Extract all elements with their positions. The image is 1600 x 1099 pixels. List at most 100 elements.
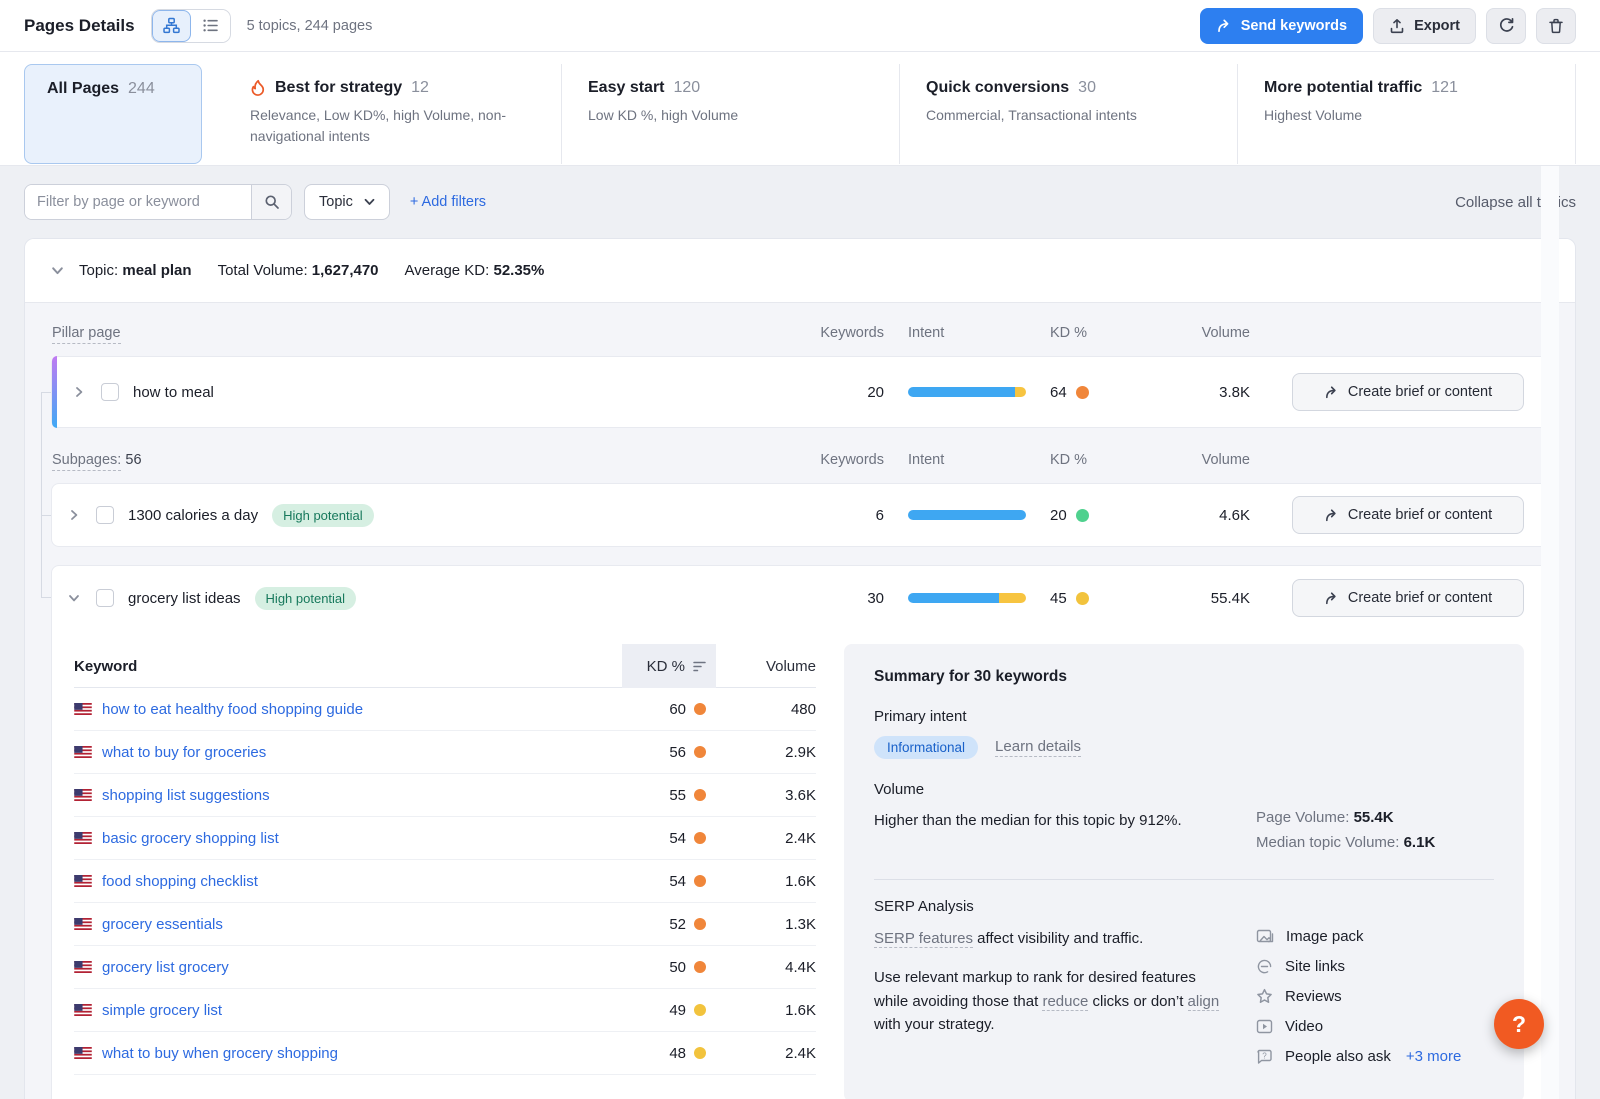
list-icon xyxy=(202,17,219,34)
intent-badge: Informational xyxy=(874,736,978,759)
trash-icon xyxy=(1548,18,1564,34)
us-flag-icon xyxy=(74,832,92,844)
search-button[interactable] xyxy=(251,185,291,219)
export-button[interactable]: Export xyxy=(1373,8,1476,44)
send-keywords-button[interactable]: Send keywords xyxy=(1200,8,1363,44)
tab-best-label: Best for strategy xyxy=(275,79,402,97)
kd-level-dot xyxy=(694,703,706,715)
keyword-volume: 2.9K xyxy=(730,744,816,761)
summary-divider xyxy=(874,879,1494,880)
tree-connector-stub xyxy=(41,392,51,393)
subpages-count: 56 xyxy=(125,452,141,468)
expand-chevron-icon[interactable] xyxy=(68,509,82,521)
delete-button[interactable] xyxy=(1536,8,1576,44)
tab-quick-label: Quick conversions xyxy=(926,79,1069,97)
row-checkbox[interactable] xyxy=(101,383,119,401)
help-button[interactable]: ? xyxy=(1494,999,1544,1049)
subpage-volume: 55.4K xyxy=(1170,590,1250,607)
serp-feature-item: Reviews xyxy=(1256,988,1461,1005)
col-kd-sortable[interactable]: KD % xyxy=(622,644,716,688)
kd-level-dot xyxy=(1076,509,1089,522)
collapse-chevron-icon[interactable] xyxy=(68,592,82,604)
tab-best-for-strategy[interactable]: Best for strategy 12 Relevance, Low KD%,… xyxy=(224,64,562,164)
send-keywords-label: Send keywords xyxy=(1241,18,1347,34)
subpages-label[interactable]: Subpages: xyxy=(52,452,121,471)
top-header: Pages Details 5 topics, 244 pages xyxy=(0,0,1600,52)
subpage-keywords-count: 30 xyxy=(804,590,884,607)
keyword-link[interactable]: how to eat healthy food shopping guide xyxy=(102,701,363,718)
topic-total-volume: Total Volume: 1,627,470 xyxy=(218,262,379,279)
tree-view-button[interactable] xyxy=(152,10,191,42)
keyword-link[interactable]: grocery list grocery xyxy=(102,959,229,976)
subpage-title[interactable]: grocery list ideas xyxy=(128,590,241,607)
tab-all-pages[interactable]: All Pages 244 xyxy=(24,64,202,164)
filter-bar: Topic + Add filters Collapse all topics xyxy=(24,184,1576,220)
pillar-page-label[interactable]: Pillar page xyxy=(52,325,121,344)
keyword-link[interactable]: shopping list suggestions xyxy=(102,787,270,804)
pillar-row: how to meal 20 64 3.8K Create brief or c… xyxy=(51,356,1549,428)
median-volume-value: 6.1K xyxy=(1404,834,1436,851)
serp-features-list: Image pack Site links xyxy=(1256,927,1461,1078)
tree-connector xyxy=(41,392,42,597)
subpages-section-head: Subpages: 56 Keywords Intent KD % Volume xyxy=(51,446,1549,474)
col-keywords: Keywords xyxy=(804,452,884,468)
keyword-link[interactable]: grocery essentials xyxy=(102,916,223,933)
topic-name: Topic: meal plan xyxy=(79,262,192,279)
keyword-volume: 1.6K xyxy=(730,873,816,890)
high-potential-badge: High potential xyxy=(272,504,374,527)
list-view-button[interactable] xyxy=(191,10,230,42)
keyword-link[interactable]: basic grocery shopping list xyxy=(102,830,279,847)
tab-easy-start[interactable]: Easy start 120 Low KD %, high Volume xyxy=(562,64,900,164)
keyword-volume: 2.4K xyxy=(730,1045,816,1062)
subpage-title[interactable]: 1300 calories a day xyxy=(128,507,258,524)
refresh-button[interactable] xyxy=(1486,8,1526,44)
video-icon xyxy=(1256,1019,1273,1034)
tab-more-potential-traffic[interactable]: More potential traffic 121 Highest Volum… xyxy=(1238,64,1576,164)
align-link[interactable]: align xyxy=(1188,993,1220,1011)
kd-level-dot xyxy=(694,961,706,973)
us-flag-icon xyxy=(74,1004,92,1016)
brief-arrow-icon xyxy=(1324,508,1339,523)
keyword-link[interactable]: simple grocery list xyxy=(102,1002,222,1019)
keyword-link[interactable]: food shopping checklist xyxy=(102,873,258,890)
expand-chevron-icon[interactable] xyxy=(73,386,87,398)
row-checkbox[interactable] xyxy=(96,589,114,607)
keyword-row: how to eat healthy food shopping guide 6… xyxy=(74,688,816,731)
row-checkbox[interactable] xyxy=(96,506,114,524)
us-flag-icon xyxy=(74,703,92,715)
kd-level-dot xyxy=(694,746,706,758)
subpage-row-expanded: grocery list ideas High potential 30 45 … xyxy=(51,565,1549,1099)
keyword-link[interactable]: what to buy when grocery shopping xyxy=(102,1045,338,1062)
tab-quick-conversions[interactable]: Quick conversions 30 Commercial, Transac… xyxy=(900,64,1238,164)
create-brief-button[interactable]: Create brief or content xyxy=(1292,496,1524,534)
learn-details-link[interactable]: Learn details xyxy=(995,738,1081,757)
topic-filter-dropdown[interactable]: Topic xyxy=(304,184,390,220)
serp-features-link[interactable]: SERP features xyxy=(874,930,973,948)
add-filters-link[interactable]: + Add filters xyxy=(410,194,486,210)
keyword-row: grocery essentials 52 1.3K xyxy=(74,903,816,946)
search-box xyxy=(24,184,292,220)
export-icon xyxy=(1389,18,1405,34)
scrollbar-track[interactable] xyxy=(1541,166,1559,1099)
search-icon xyxy=(264,194,280,210)
kd-level-dot xyxy=(1076,386,1089,399)
topic-collapse-chevron-icon[interactable] xyxy=(51,264,65,277)
tab-easy-subtitle: Low KD %, high Volume xyxy=(588,105,873,126)
topic-average-kd: Average KD: 52.35% xyxy=(405,262,545,279)
summary-title: Summary for 30 keywords xyxy=(874,668,1494,686)
create-brief-button[interactable]: Create brief or content xyxy=(1292,373,1524,411)
us-flag-icon xyxy=(74,918,92,930)
keyword-volume: 2.4K xyxy=(730,830,816,847)
pillar-page-title[interactable]: how to meal xyxy=(133,384,214,401)
reduce-link[interactable]: reduce xyxy=(1042,993,1088,1011)
keyword-volume: 3.6K xyxy=(730,787,816,804)
high-potential-badge: High potential xyxy=(255,587,357,610)
us-flag-icon xyxy=(74,746,92,758)
volume-stats: Page Volume: 55.4K Median topic Volume: … xyxy=(1256,809,1435,859)
create-brief-button[interactable]: Create brief or content xyxy=(1292,579,1524,617)
volume-section-label: Volume xyxy=(874,781,1494,798)
export-label: Export xyxy=(1414,18,1460,34)
search-input[interactable] xyxy=(25,185,251,219)
keyword-link[interactable]: what to buy for groceries xyxy=(102,744,266,761)
more-features-link[interactable]: +3 more xyxy=(1406,1048,1461,1065)
